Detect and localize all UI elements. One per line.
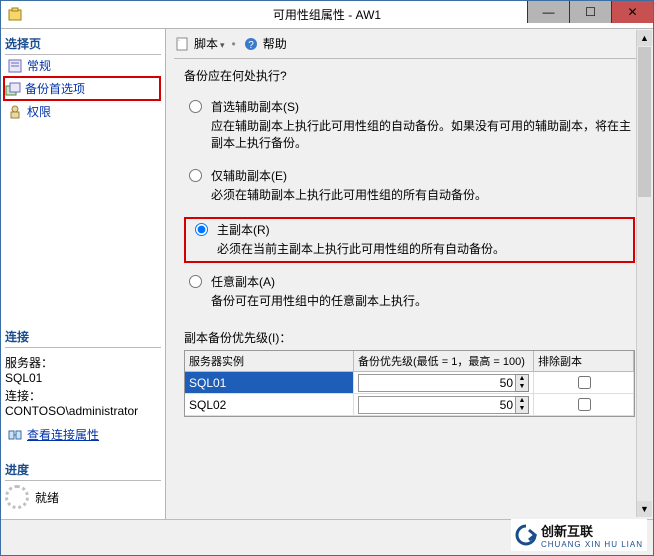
- nav-item-general[interactable]: 常规: [5, 55, 161, 76]
- option-primary[interactable]: 主副本(R) 必须在当前主副本上执行此可用性组的所有自动备份。: [190, 221, 629, 259]
- watermark: 创新互联 CHUANG XIN HU LIAN: [511, 519, 647, 551]
- content-area: 选择页 常规 备份首选项 权限 连接: [1, 29, 653, 519]
- properties-icon: [7, 58, 23, 74]
- grid-header: 服务器实例 备份优先级(最低 = 1，最高 = 100) 排除副本: [185, 351, 634, 372]
- vertical-scrollbar[interactable]: ▲ ▼: [636, 30, 652, 517]
- col-server-instance: 服务器实例: [185, 351, 354, 372]
- toolbar-separator: •: [229, 37, 239, 51]
- table-row[interactable]: SQL02 ▲▼: [185, 394, 634, 416]
- right-pane: 脚本 • ? 帮助 备份应在何处执行? 首选辅助副本(S) 应在辅助副本上执行此…: [166, 29, 653, 519]
- replica-priority-grid[interactable]: 服务器实例 备份优先级(最低 = 1，最高 = 100) 排除副本 SQL01 …: [184, 350, 635, 417]
- exclude-checkbox[interactable]: [578, 376, 591, 389]
- col-exclude-replica: 排除副本: [534, 351, 634, 372]
- cell-exclude[interactable]: [534, 394, 634, 416]
- option-label: 仅辅助副本(E): [211, 167, 487, 184]
- option-primary-highlight: 主副本(R) 必须在当前主副本上执行此可用性组的所有自动备份。: [184, 217, 635, 263]
- nav-item-backup-preferences[interactable]: 备份首选项: [3, 76, 161, 101]
- priority-input[interactable]: [358, 374, 516, 392]
- progress-status: 就绪: [5, 485, 161, 509]
- option-label: 主副本(R): [217, 221, 505, 238]
- radio-primary[interactable]: [195, 223, 208, 236]
- spinner-buttons[interactable]: ▲▼: [516, 374, 529, 392]
- maximize-button[interactable]: ☐: [569, 1, 611, 23]
- server-value: SQL01: [5, 371, 161, 385]
- nav-label: 权限: [27, 103, 51, 120]
- exclude-checkbox[interactable]: [578, 398, 591, 411]
- option-desc: 应在辅助副本上执行此可用性组的自动备份。如果没有可用的辅助副本，将在主副本上执行…: [211, 117, 635, 151]
- help-icon: ?: [243, 36, 259, 52]
- nav-label: 备份首选项: [25, 80, 85, 97]
- connection-icon: [7, 427, 23, 443]
- scroll-down-button[interactable]: ▼: [637, 501, 652, 517]
- option-desc: 必须在当前主副本上执行此可用性组的所有自动备份。: [217, 240, 505, 257]
- scroll-track[interactable]: [637, 198, 652, 501]
- radio-secondary-only[interactable]: [189, 169, 202, 182]
- spin-up[interactable]: ▲: [516, 397, 528, 405]
- select-page-header: 选择页: [5, 33, 161, 55]
- toolbar: 脚本 • ? 帮助: [174, 35, 645, 59]
- backup-icon: [5, 81, 21, 97]
- scroll-thumb[interactable]: [638, 47, 651, 197]
- svg-text:?: ?: [248, 40, 254, 51]
- option-any-replica[interactable]: 任意副本(A) 备份可在可用性组中的任意副本上执行。: [184, 273, 635, 317]
- permissions-icon: [7, 104, 23, 120]
- progress-header: 进度: [5, 459, 161, 481]
- connection-header: 连接: [5, 326, 161, 348]
- view-connection-label: 查看连接属性: [27, 426, 99, 443]
- availability-group-properties-window: 可用性组属性 - AW1 — ☐ ✕ 选择页 常规 备份首选项: [0, 0, 654, 556]
- option-desc: 必须在辅助副本上执行此可用性组的所有自动备份。: [211, 186, 487, 203]
- table-row[interactable]: SQL01 ▲▼: [185, 372, 634, 394]
- cell-server: SQL01: [185, 372, 354, 394]
- option-desc: 备份可在可用性组中的任意副本上执行。: [211, 292, 427, 309]
- watermark-icon: [515, 524, 537, 546]
- nav-item-permissions[interactable]: 权限: [5, 101, 161, 122]
- spinner-buttons[interactable]: ▲▼: [516, 396, 529, 414]
- radio-prefer-secondary[interactable]: [189, 100, 202, 113]
- option-secondary-only[interactable]: 仅辅助副本(E) 必须在辅助副本上执行此可用性组的所有自动备份。: [184, 167, 635, 211]
- connection-label: 连接：: [5, 387, 161, 404]
- status-text: 就绪: [35, 489, 59, 506]
- backup-where-question: 备份应在何处执行?: [184, 67, 635, 84]
- view-connection-properties-link[interactable]: 查看连接属性: [5, 424, 161, 445]
- connection-info: 服务器： SQL01 连接： CONTOSO\administrator 查看连…: [5, 352, 161, 445]
- window-title: 可用性组属性 - AW1: [273, 6, 381, 23]
- watermark-brand: 创新互联: [541, 521, 643, 540]
- option-label: 任意副本(A): [211, 273, 427, 290]
- help-button[interactable]: 帮助: [263, 35, 287, 52]
- window-controls: — ☐ ✕: [527, 1, 653, 23]
- script-icon: [174, 36, 190, 52]
- option-prefer-secondary[interactable]: 首选辅助副本(S) 应在辅助副本上执行此可用性组的自动备份。如果没有可用的辅助副…: [184, 98, 635, 159]
- titlebar[interactable]: 可用性组属性 - AW1 — ☐ ✕: [1, 1, 653, 29]
- nav-label: 常规: [27, 57, 51, 74]
- radio-any-replica[interactable]: [189, 275, 202, 288]
- col-backup-priority: 备份优先级(最低 = 1，最高 = 100): [354, 351, 534, 372]
- cell-priority[interactable]: ▲▼: [354, 372, 534, 394]
- app-icon: [7, 6, 23, 22]
- spin-down[interactable]: ▼: [516, 383, 528, 391]
- close-button[interactable]: ✕: [611, 1, 653, 23]
- priority-input[interactable]: [358, 396, 516, 414]
- cell-server: SQL02: [185, 394, 354, 416]
- ready-icon: [5, 485, 29, 509]
- left-nav-pane: 选择页 常规 备份首选项 权限 连接: [1, 29, 166, 519]
- server-label: 服务器：: [5, 354, 161, 371]
- script-button[interactable]: 脚本: [194, 35, 225, 52]
- cell-priority[interactable]: ▲▼: [354, 394, 534, 416]
- connection-value: CONTOSO\administrator: [5, 404, 161, 418]
- minimize-button[interactable]: —: [527, 1, 569, 23]
- backup-preferences-form: 备份应在何处执行? 首选辅助副本(S) 应在辅助副本上执行此可用性组的自动备份。…: [174, 59, 645, 513]
- option-label: 首选辅助副本(S): [211, 98, 635, 115]
- spin-down[interactable]: ▼: [516, 405, 528, 413]
- cell-exclude[interactable]: [534, 372, 634, 394]
- scroll-up-button[interactable]: ▲: [637, 30, 652, 46]
- replica-priority-label: 副本备份优先级(I)：: [184, 329, 635, 346]
- spin-up[interactable]: ▲: [516, 375, 528, 383]
- watermark-sub: CHUANG XIN HU LIAN: [541, 540, 643, 549]
